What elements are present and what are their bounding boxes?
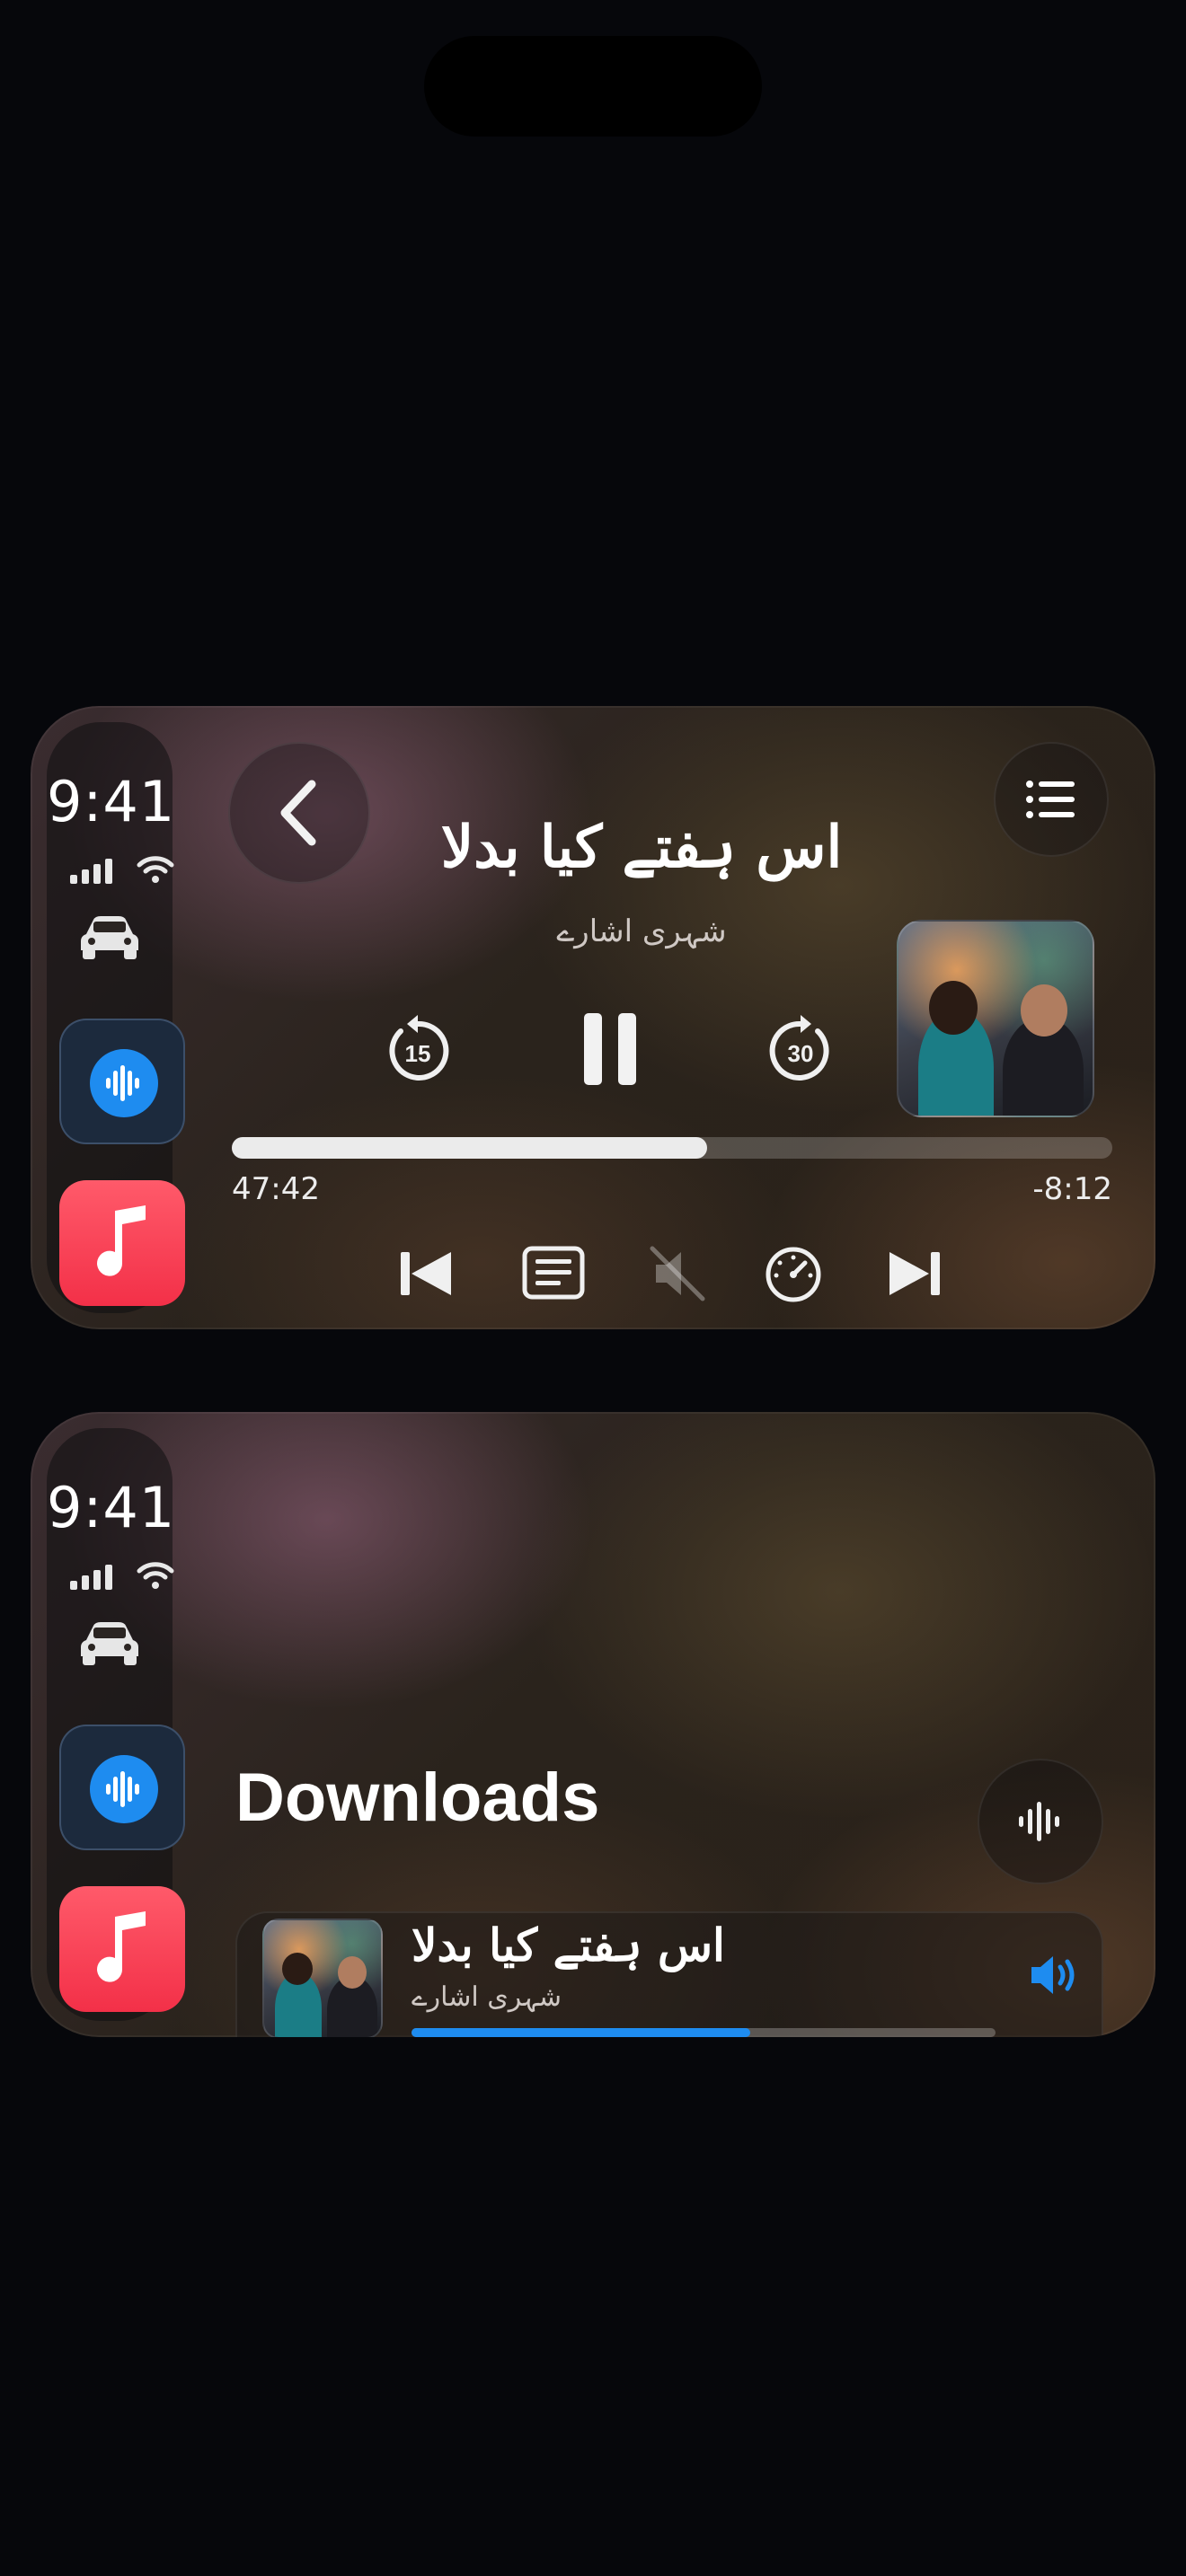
pause-button[interactable]	[579, 1011, 642, 1085]
svg-text:30: 30	[788, 1040, 814, 1067]
status-time: 9:41	[47, 1475, 176, 1540]
list-item[interactable]: اس ہفتے کیا بدلا شہری اشارے	[235, 1911, 1103, 2037]
status-indicators	[70, 1561, 175, 1590]
podcasts-app-icon[interactable]	[59, 1725, 185, 1850]
cellular-signal-icon	[70, 859, 112, 884]
item-title: اس ہفتے کیا بدلا	[412, 1919, 725, 1972]
speedometer-icon[interactable]	[764, 1245, 823, 1304]
episode-artwork	[262, 1919, 383, 2037]
podcasts-app-icon[interactable]	[59, 1019, 185, 1144]
episode-artwork[interactable]	[897, 920, 1094, 1117]
carplay-sidebar: 9:41	[47, 722, 185, 1313]
item-subtitle: شہری اشارے	[412, 1981, 562, 2013]
dynamic-island	[424, 36, 762, 137]
podcast-name[interactable]: شہری اشارے	[300, 913, 983, 949]
item-progress-fill	[412, 2028, 750, 2037]
waveform-icon	[106, 1771, 139, 1807]
next-track-icon[interactable]	[886, 1248, 943, 1299]
episode-title: اس ہفتے کیا بدلا	[440, 814, 843, 881]
music-note-icon	[97, 1911, 146, 1982]
speaker-playing-icon	[1031, 1956, 1075, 1994]
playback-scrubber[interactable]	[232, 1137, 1112, 1159]
remaining-time: -8:12	[1032, 1171, 1112, 1207]
item-progress-bar	[412, 2028, 996, 2037]
playback-progress-fill	[232, 1137, 708, 1159]
music-note-icon	[97, 1205, 146, 1276]
cellular-signal-icon	[70, 1565, 112, 1590]
skip-back-15-icon[interactable]: 15	[383, 1011, 453, 1085]
downloads-screen: 9:41 Downloads اس ہفتے کیا بدلا شہری اشا…	[31, 1412, 1155, 2037]
car-icon[interactable]	[77, 911, 142, 961]
svg-text:15: 15	[405, 1040, 431, 1067]
skip-forward-30-icon[interactable]: 30	[766, 1011, 836, 1085]
wifi-icon	[137, 1562, 174, 1589]
wifi-icon	[137, 856, 174, 883]
transcript-icon[interactable]	[521, 1245, 586, 1301]
waveform-icon	[1019, 1802, 1059, 1841]
list-icon	[1026, 781, 1075, 818]
waveform-icon	[106, 1065, 139, 1101]
page-title: Downloads	[235, 1760, 600, 1836]
status-time: 9:41	[47, 769, 176, 834]
car-icon[interactable]	[77, 1617, 142, 1667]
queue-button[interactable]	[994, 742, 1109, 857]
previous-track-icon[interactable]	[397, 1248, 455, 1299]
now-playing-screen: 9:41 اس ہفتے کیا بدلا شہری اشارے 15 30 4…	[31, 706, 1155, 1329]
elapsed-time: 47:42	[232, 1171, 320, 1207]
carplay-sidebar: 9:41	[47, 1428, 185, 2021]
now-playing-button[interactable]	[978, 1759, 1103, 1884]
music-app-icon[interactable]	[59, 1886, 185, 2012]
status-indicators	[70, 855, 175, 884]
speaker-muted-icon[interactable]	[649, 1245, 706, 1302]
music-app-icon[interactable]	[59, 1180, 185, 1306]
